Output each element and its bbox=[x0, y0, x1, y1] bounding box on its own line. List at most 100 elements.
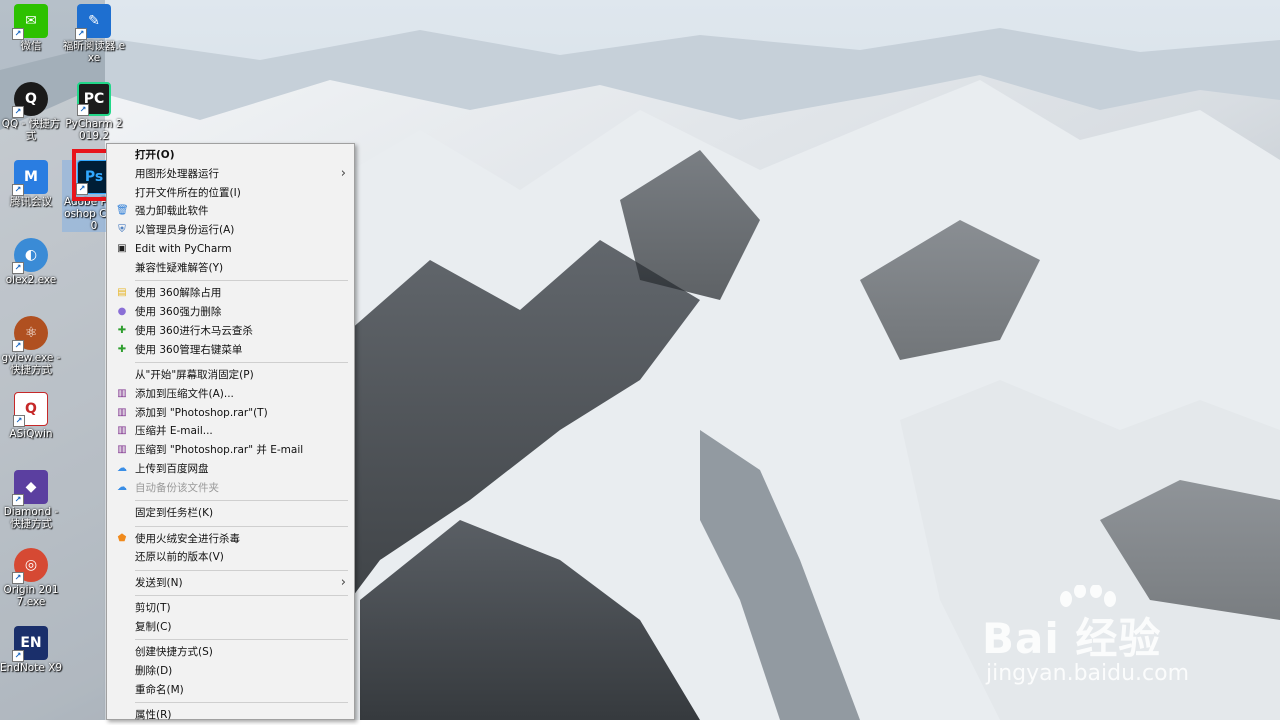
menu-item-label: 自动备份该文件夹 bbox=[135, 481, 219, 494]
watermark-title: Bai 经验 bbox=[982, 614, 1162, 663]
menu-item[interactable]: 发送到(N) › bbox=[107, 574, 354, 593]
menu-item[interactable]: 🗑 强力卸载此软件 bbox=[107, 202, 354, 221]
menu-item[interactable]: ▥ 压缩到 "Photoshop.rar" 并 E-mail bbox=[107, 441, 354, 460]
menu-item[interactable]: ✚ 使用 360进行木马云查杀 bbox=[107, 322, 354, 341]
rar-icon: ▥ bbox=[117, 425, 127, 437]
menu-item-label: 使用 360强力删除 bbox=[135, 305, 222, 318]
origin-icon: ◎ ↗ bbox=[12, 548, 48, 584]
desktop-icon-label: gview.exe - 快捷方式 bbox=[1, 352, 61, 376]
uninstall-icon: 🗑 bbox=[116, 205, 129, 217]
menu-item-label: 打开文件所在的位置(I) bbox=[135, 186, 241, 199]
desktop-icon-label: QQ - 快捷方式 bbox=[1, 118, 61, 142]
desktop-icon-asiqwin[interactable]: Q ↗ ASiQwin bbox=[0, 392, 63, 440]
menu-separator bbox=[135, 525, 348, 527]
desktop-icon-label: 微信 bbox=[20, 40, 42, 52]
menu-item[interactable]: 固定到任务栏(K) bbox=[107, 504, 354, 523]
menu-item[interactable]: 从"开始"屏幕取消固定(P) bbox=[107, 366, 354, 385]
menu-separator bbox=[135, 362, 348, 364]
menu-item[interactable]: 用图形处理器运行 › bbox=[107, 165, 354, 184]
menu-item[interactable]: ✚ 使用 360管理右键菜单 bbox=[107, 341, 354, 360]
menu-item-label: 使用火绒安全进行杀毒 bbox=[135, 532, 240, 545]
menu-item-label: 兼容性疑难解答(Y) bbox=[135, 261, 224, 274]
menu-item[interactable]: 创建快捷方式(S) bbox=[107, 643, 354, 662]
menu-item-label: 用图形处理器运行 bbox=[135, 167, 219, 180]
menu-item-label: 还原以前的版本(V) bbox=[135, 551, 224, 564]
menu-item: ☁ 自动备份该文件夹 bbox=[107, 479, 354, 498]
asiqwin-icon: Q ↗ bbox=[13, 392, 48, 427]
rar-icon: ▥ bbox=[117, 444, 127, 456]
menu-item[interactable]: ▣ Edit with PyCharm bbox=[107, 240, 354, 259]
context-menu: 打开(O) 用图形处理器运行 › 打开文件所在的位置(I) 🗑 强力卸载此软件 ⛨ 以管理员身… bbox=[106, 143, 355, 721]
menu-item[interactable]: ● 使用 360强力删除 bbox=[107, 303, 354, 322]
rar-icon: ▥ bbox=[117, 387, 127, 399]
desktop-icon-label: 福昕阅读器.exe bbox=[62, 40, 126, 64]
menu-separator bbox=[135, 280, 348, 282]
menu-item-label: 添加到 "Photoshop.rar"(T) bbox=[135, 406, 268, 419]
menu-separator bbox=[135, 595, 348, 597]
foxit-reader-icon: ✎ ↗ bbox=[75, 4, 111, 40]
tencent-meeting-icon: M ↗ bbox=[12, 160, 48, 196]
menu-item-label: 从"开始"屏幕取消固定(P) bbox=[135, 368, 254, 381]
menu-separator bbox=[135, 569, 348, 571]
menu-item[interactable]: ▤ 使用 360解除占用 bbox=[107, 284, 354, 303]
menu-item[interactable]: 打开(O) bbox=[107, 146, 354, 165]
menu-item-label: 添加到压缩文件(A)... bbox=[135, 387, 234, 400]
menu-item[interactable]: 剪切(T) bbox=[107, 599, 354, 618]
menu-item-label: 删除(D) bbox=[135, 665, 173, 678]
menu-item-label: 使用 360管理右键菜单 bbox=[135, 343, 243, 356]
menu-item-label: Edit with PyCharm bbox=[135, 242, 232, 255]
menu-item[interactable]: ▥ 添加到压缩文件(A)... bbox=[107, 385, 354, 404]
endnote-icon: EN ↗ bbox=[12, 626, 48, 662]
desktop-icon-origin[interactable]: ◎ ↗ Origin 2017.exe bbox=[0, 548, 63, 608]
desktop-icon-label: ASiQwin bbox=[9, 428, 53, 440]
desktop-icon-label: EndNote X9 bbox=[0, 662, 63, 674]
desktop-icon-wechat[interactable]: ✉ ↗ 微信 bbox=[0, 4, 63, 52]
menu-item[interactable]: 重命名(M) bbox=[107, 681, 354, 700]
menu-item[interactable]: ⛨ 以管理员身份运行(A) bbox=[107, 221, 354, 240]
desktop-icon-gview[interactable]: ⚛ ↗ gview.exe - 快捷方式 bbox=[0, 316, 63, 376]
cloud-icon: ☁ bbox=[117, 481, 127, 493]
menu-item-label: 上传到百度网盘 bbox=[135, 462, 209, 475]
desktop-icon-foxit-reader[interactable]: ✎ ↗ 福昕阅读器.exe bbox=[62, 4, 126, 64]
delete-icon: ● bbox=[117, 305, 127, 317]
menu-item[interactable]: ▥ 添加到 "Photoshop.rar"(T) bbox=[107, 404, 354, 423]
menu-item[interactable]: 属性(R) bbox=[107, 706, 354, 725]
desktop-icon-olex2[interactable]: ◐ ↗ olex2.exe bbox=[0, 238, 63, 286]
diamond-crystal-icon: ◆ ↗ bbox=[12, 470, 48, 506]
pycharm-icon: ▣ bbox=[117, 242, 127, 254]
qq-penguin-icon: Q ↗ bbox=[12, 82, 48, 118]
gview-molecule-icon: ⚛ ↗ bbox=[12, 316, 48, 352]
wechat-icon: ✉ ↗ bbox=[12, 4, 48, 40]
menu-item-label: 固定到任务栏(K) bbox=[135, 507, 214, 520]
menu-item[interactable]: ▥ 压缩并 E-mail... bbox=[107, 422, 354, 441]
desktop-icon-endnote[interactable]: EN ↗ EndNote X9 bbox=[0, 626, 63, 674]
menu-item[interactable]: 复制(C) bbox=[107, 618, 354, 637]
desktop-icon-diamond[interactable]: ◆ ↗ Diamond - 快捷方式 bbox=[0, 470, 63, 530]
unlock-icon: ▤ bbox=[117, 287, 127, 299]
menu-separator bbox=[135, 500, 348, 502]
menu-item-label: 使用 360进行木马云查杀 bbox=[135, 324, 253, 337]
menu-item-label: 使用 360解除占用 bbox=[135, 287, 222, 300]
baidu-jingyan-watermark: Bai 经验 jingyan.baidu.com bbox=[982, 585, 1262, 695]
desktop-icon-label: olex2.exe bbox=[5, 274, 57, 286]
desktop-icon-pycharm[interactable]: PC ↗ PyCharm 2019.2 bbox=[62, 82, 126, 142]
chevron-right-icon: › bbox=[340, 165, 346, 181]
menu-item[interactable]: 还原以前的版本(V) bbox=[107, 548, 354, 567]
menu-item[interactable]: 删除(D) bbox=[107, 662, 354, 681]
cloud-icon: ☁ bbox=[117, 462, 127, 474]
watermark-url: jingyan.baidu.com bbox=[986, 661, 1190, 686]
desktop-icon-qq[interactable]: Q ↗ QQ - 快捷方式 bbox=[0, 82, 63, 142]
chevron-right-icon: › bbox=[340, 574, 346, 590]
menu-item[interactable]: 打开文件所在的位置(I) bbox=[107, 184, 354, 203]
desktop-icon-tencent-meeting[interactable]: M ↗ 腾讯会议 bbox=[0, 160, 63, 208]
menu-separator bbox=[135, 702, 348, 704]
menu-item[interactable]: ⬟ 使用火绒安全进行杀毒 bbox=[107, 530, 354, 549]
scan-icon: ✚ bbox=[117, 324, 127, 336]
menu-item-label: 创建快捷方式(S) bbox=[135, 646, 213, 659]
olex2-icon: ◐ ↗ bbox=[12, 238, 48, 274]
menu-item[interactable]: 兼容性疑难解答(Y) bbox=[107, 259, 354, 278]
menu-item-label: 以管理员身份运行(A) bbox=[135, 224, 235, 237]
menu-separator bbox=[135, 639, 348, 641]
menu-item-label: 属性(R) bbox=[135, 709, 172, 722]
menu-item[interactable]: ☁ 上传到百度网盘 bbox=[107, 460, 354, 479]
